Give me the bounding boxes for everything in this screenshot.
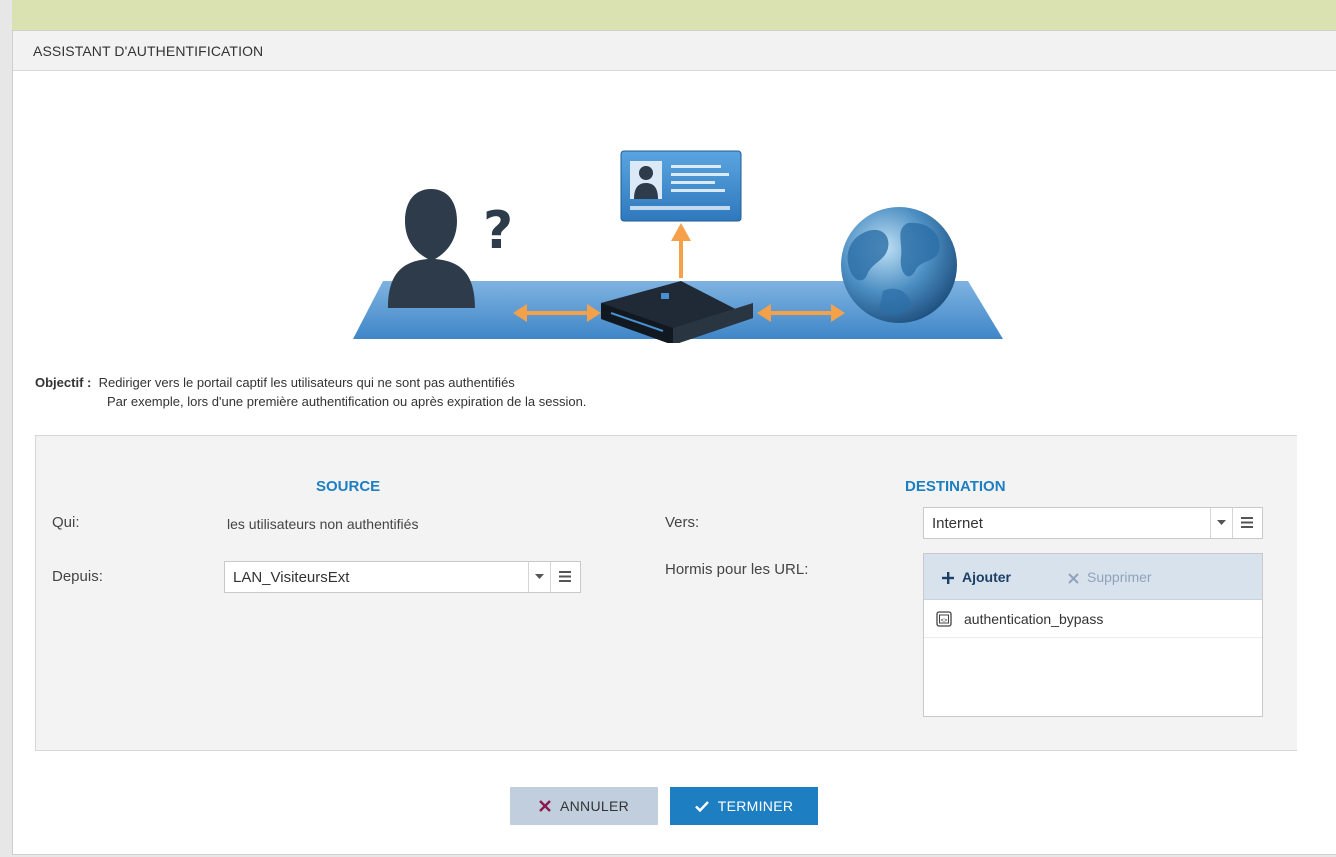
depuis-dropdown-arrow[interactable] xyxy=(528,562,550,592)
url-object-icon: <> xyxy=(936,611,952,627)
background-window-strip xyxy=(12,0,1336,30)
depuis-select-value: LAN_VisiteursExt xyxy=(233,569,350,586)
add-url-button[interactable]: Ajouter xyxy=(942,569,1011,585)
list-menu-icon xyxy=(559,571,571,582)
vers-label: Vers: xyxy=(665,514,700,531)
internet-globe-icon xyxy=(841,207,957,323)
vers-object-menu-button[interactable] xyxy=(1232,508,1262,538)
rule-panel: SOURCE DESTINATION Qui: les utilisateurs… xyxy=(35,435,1297,751)
source-heading: SOURCE xyxy=(316,478,381,495)
dialog-header: ASSISTANT D'AUTHENTIFICATION xyxy=(13,31,1336,71)
svg-text:<>: <> xyxy=(940,617,948,624)
destination-heading: DESTINATION xyxy=(905,478,1006,495)
cancel-button[interactable]: ANNULER xyxy=(510,787,658,825)
depuis-select[interactable]: LAN_VisiteursExt xyxy=(224,561,581,593)
vers-select-value: Internet xyxy=(932,515,983,532)
list-item[interactable]: <> authentication_bypass xyxy=(924,600,1262,638)
qui-value: les utilisateurs non authentifiés xyxy=(227,516,419,532)
close-icon xyxy=(1068,573,1079,584)
depuis-label: Depuis: xyxy=(52,568,103,585)
list-menu-icon xyxy=(1241,517,1253,528)
url-exception-list: Ajouter Supprimer <> authentication_bypa… xyxy=(923,553,1263,717)
url-list-toolbar: Ajouter Supprimer xyxy=(924,554,1262,600)
id-card-icon xyxy=(620,150,742,222)
chevron-down-icon xyxy=(1217,520,1226,525)
vers-select[interactable]: Internet xyxy=(923,507,1263,539)
svg-text:?: ? xyxy=(483,201,513,261)
depuis-object-menu-button[interactable] xyxy=(550,562,580,592)
captive-portal-illustration: ? xyxy=(353,150,1003,343)
add-url-label: Ajouter xyxy=(962,569,1011,585)
finish-button[interactable]: TERMINER xyxy=(670,787,818,825)
upward-arrow xyxy=(671,223,691,278)
vers-dropdown-arrow[interactable] xyxy=(1210,508,1232,538)
remove-url-label: Supprimer xyxy=(1087,569,1152,585)
objective-line2: Par exemple, lors d'une première authent… xyxy=(107,394,587,409)
authentication-wizard-dialog: ASSISTANT D'AUTHENTIFICATION ? Objectif … xyxy=(12,30,1336,855)
close-icon xyxy=(539,800,551,812)
qui-label: Qui: xyxy=(52,514,80,531)
cancel-button-label: ANNULER xyxy=(559,798,629,814)
remove-url-button[interactable]: Supprimer xyxy=(1068,569,1152,585)
chevron-down-icon xyxy=(535,574,544,579)
plus-icon xyxy=(942,572,954,584)
hormis-label: Hormis pour les URL: xyxy=(665,561,809,578)
checkmark-icon xyxy=(694,801,709,813)
objective-label: Objectif : xyxy=(35,375,92,390)
finish-button-label: TERMINER xyxy=(717,798,794,814)
objective-line1: Rediriger vers le portail captif les uti… xyxy=(98,375,515,390)
url-item-name: authentication_bypass xyxy=(964,611,1104,627)
objective-text: Objectif : Rediriger vers le portail cap… xyxy=(35,373,586,411)
dialog-title: ASSISTANT D'AUTHENTIFICATION xyxy=(33,43,264,59)
